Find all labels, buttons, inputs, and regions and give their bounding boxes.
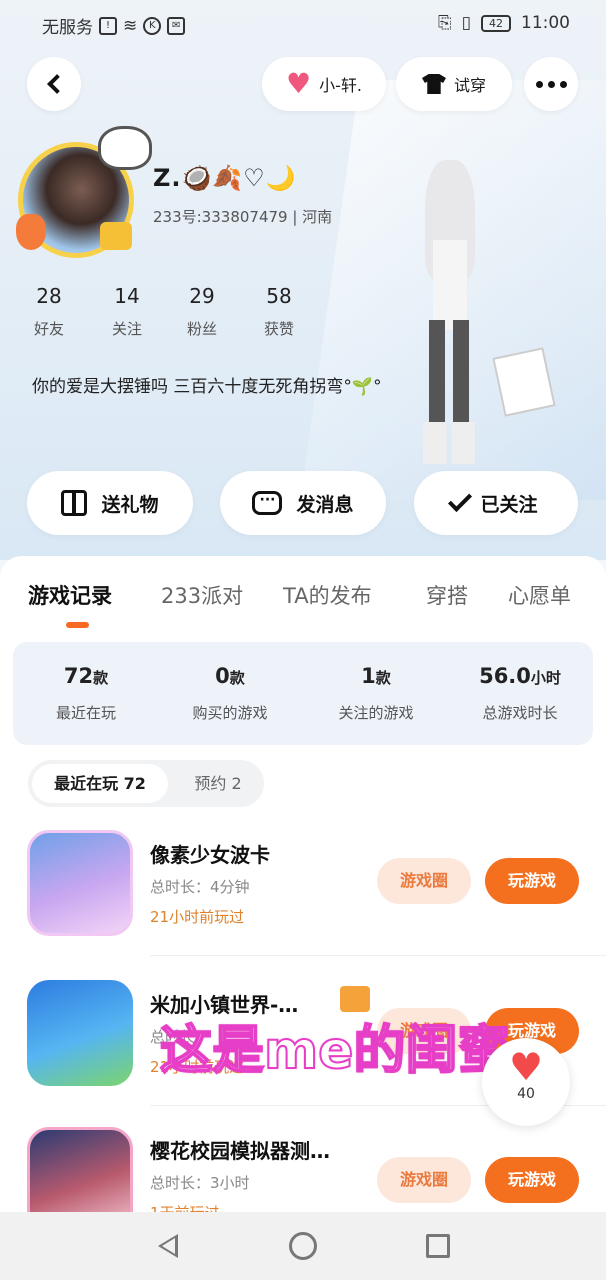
more-dot-icon [559,80,567,88]
tab-indicator [66,622,89,628]
status-bar: 无服务 ! ≋ K ✉ ⎘ ▯ 42 11:00 [0,0,606,46]
back-chevron-icon [47,74,67,94]
video-caption-overlay: 这是me的闺蜜 [159,1020,510,1082]
followed-label: 已关注 [480,493,538,516]
tab-game-records[interactable]: 游戏记录 [28,580,112,610]
stat-value: 58 [266,284,292,308]
tab-233-party[interactable]: 233派对 [161,580,243,610]
heart-icon: ♥ [286,67,312,100]
stat-label: 关注 [111,320,142,338]
check-icon [448,487,473,513]
summary-purchased[interactable]: 0款 购买的游戏 [160,664,300,723]
send-gift-button[interactable]: 送礼物 [27,471,193,535]
game-icon-image [27,980,133,1086]
stat-following[interactable]: 14 关注 [92,284,162,339]
wifi-icon: ≋ [123,15,138,36]
stat-label: 获赞 [263,320,294,338]
summary-unit: 款 [229,669,245,687]
figure-boots [423,422,475,464]
stat-fans[interactable]: 29 粉丝 [167,284,237,339]
stat-likes[interactable]: 58 获赞 [244,284,314,339]
stat-value: 14 [114,284,140,308]
summary-value: 1 [361,664,376,688]
send-message-label: 发消息 [296,493,354,516]
stat-value: 29 [189,284,215,308]
send-message-button[interactable]: ··· 发消息 [220,471,386,535]
like-button[interactable]: ♥ 40 [482,1038,570,1126]
nav-back-icon[interactable] [158,1234,178,1258]
vibrate-icon: ▯ [461,13,471,33]
game-circle-button[interactable]: 游戏圈 [377,858,471,904]
game-duration: 总时长：3小时 [150,1174,250,1192]
game-circle-button[interactable]: 游戏圈 [377,1157,471,1203]
summary-value: 0 [215,664,230,688]
battery-icon: 42 [481,14,511,32]
summary-label: 购买的游戏 [192,704,268,722]
more-options-button[interactable] [524,57,578,111]
figure-body [433,240,467,330]
summary-total-time[interactable]: 56.0小时 总游戏时长 [450,664,590,723]
carrier-text: 无服务 [42,18,93,38]
mail-app-icon: ✉ [167,16,186,35]
user-name: Z.🥥🍂♡🌙 [153,164,297,192]
stat-value: 28 [36,284,62,308]
filter-reserved[interactable]: 预约 2 [176,764,260,803]
try-on-label: 试穿 [453,76,486,95]
best-friend-label: 小-轩. [319,76,362,95]
clock: 11:00 [521,13,570,33]
stat-label: 粉丝 [186,320,217,338]
avatar-3d-figure[interactable] [395,160,505,470]
summary-unit: 款 [375,669,391,687]
alert-icon: ! [99,16,117,35]
try-on-button[interactable]: 试穿 [396,57,512,111]
nav-recent-apps-icon[interactable] [426,1234,450,1258]
summary-value: 72 [63,664,94,688]
k-app-icon: K [143,16,162,35]
more-dot-icon [547,80,555,88]
summary-unit: 小时 [530,669,561,687]
summary-label: 关注的游戏 [338,704,414,722]
avatar[interactable] [16,126,152,258]
game-last-played: 21小时前玩过 [150,908,245,926]
carrot-frame-decoration [16,214,46,250]
list-item[interactable]: 像素少女波卡 总时长：4分钟 21小时前玩过 游戏圈 玩游戏 [0,825,606,975]
crown-frame-decoration [100,222,132,250]
tab-wishlist[interactable]: 心愿单 [508,580,571,610]
more-dot-icon [535,80,543,88]
back-button[interactable] [27,57,81,111]
nav-home-icon[interactable] [289,1232,317,1260]
game-duration: 总时长：4分钟 [150,878,250,896]
play-game-button[interactable]: 玩游戏 [485,858,579,904]
game-last-played: 1天前玩过 [150,1202,220,1212]
stat-label: 好友 [33,320,64,338]
summary-label: 总游戏时长 [482,704,558,722]
followed-button[interactable]: 已关注 [414,471,578,535]
stat-friends[interactable]: 28 好友 [14,284,84,339]
send-gift-label: 送礼物 [101,493,159,516]
divider [150,955,606,956]
figure-legs [429,320,469,430]
like-count: 40 [517,1086,535,1102]
tab-outfits[interactable]: 穿搭 [426,580,468,610]
heart-icon: ♥ [508,1045,544,1089]
user-bio: 你的爱是大摆锤吗 三百六十度无死角拐弯°🌱° [32,377,382,397]
cat-frame-decoration [98,126,152,170]
play-game-button[interactable]: 玩游戏 [485,1157,579,1203]
summary-recent[interactable]: 72款 最近在玩 [16,664,156,723]
game-title: 樱花校园模拟器测… [150,1139,330,1163]
shirt-icon [421,74,446,94]
user-id-location: 233号:333807479 | 河南 [153,208,333,226]
summary-label: 最近在玩 [55,704,116,722]
summary-followed-games[interactable]: 1款 关注的游戏 [306,664,446,723]
summary-unit: 款 [93,669,109,687]
cast-icon: ⎘ [438,13,452,33]
filter-recent-playing[interactable]: 最近在玩 72 [32,764,168,803]
gift-icon [61,490,88,516]
best-friend-button[interactable]: ♥ 小-轩. [262,57,386,111]
game-icon-image [27,830,133,936]
tab-posts[interactable]: TA的发布 [283,580,372,610]
summary-value: 56.0 [479,664,531,688]
message-icon: ··· [252,491,283,515]
game-title: 像素少女波卡 [150,843,270,867]
